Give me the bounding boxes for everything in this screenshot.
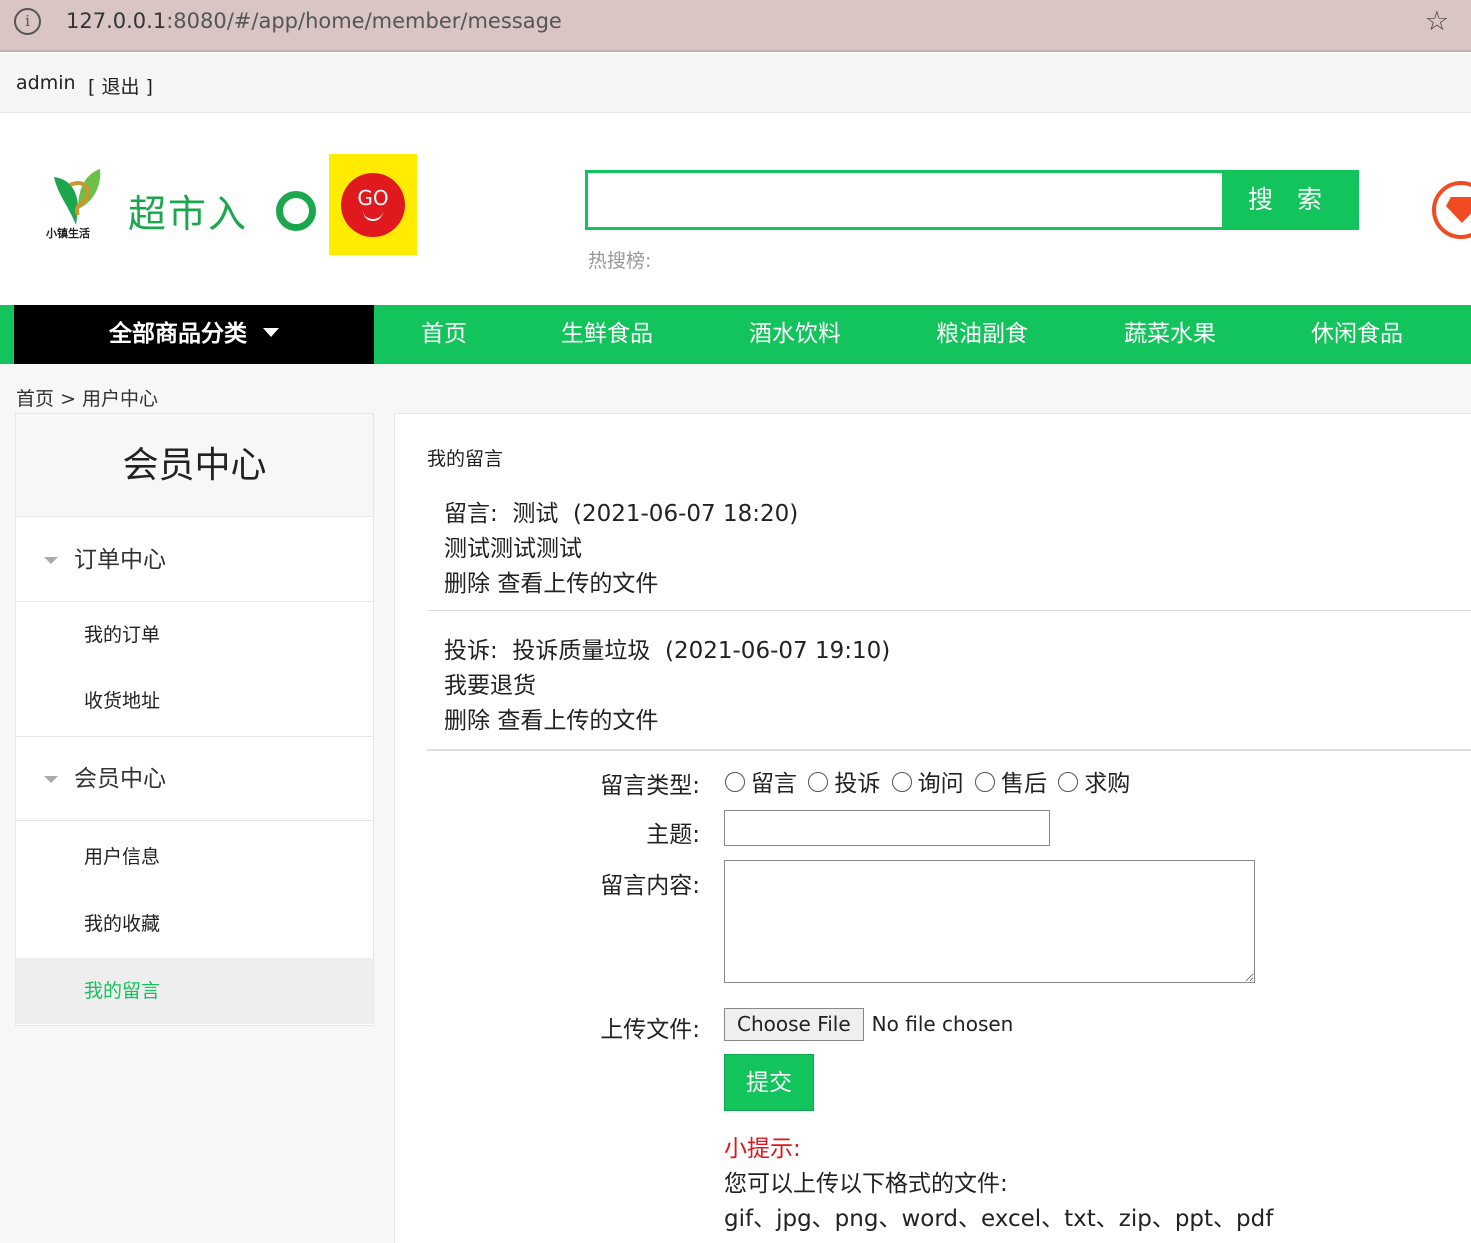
radio-message[interactable] (725, 771, 745, 792)
sidebar-group-orders[interactable]: 订单中心 (16, 518, 373, 602)
search-button[interactable]: 搜 索 (1222, 173, 1356, 227)
message-content: 测试测试测试 (444, 536, 582, 562)
submit-button[interactable]: 提交 (724, 1054, 814, 1111)
member-sidebar: 会员中心 订单中心 我的订单 收货地址 会员中心 用户信息 我的收藏 我的留言 (15, 413, 374, 1026)
site-header: 小镇生活 超市入 GO 搜 索 热搜榜: (0, 113, 1471, 305)
message-time: (2021-06-07 19:10) (665, 638, 891, 664)
diamond-icon[interactable] (1432, 181, 1471, 239)
message-item: 投诉: 投诉质量垃圾 (2021-06-07 19:10) 我要退货 删除 查看… (427, 611, 1471, 751)
type-radio-group: 留言 投诉 询问 售后 求购 (725, 764, 1134, 798)
logo-ring-icon (276, 191, 316, 231)
leaf-logo-icon (54, 169, 101, 225)
sidebar-item-my-messages[interactable]: 我的留言 (16, 958, 373, 1024)
main-nav: 全部商品分类 首页 生鲜食品 酒水饮料 粮油副食 蔬菜水果 休闲食品 (0, 305, 1471, 364)
radio-label: 求购 (1084, 771, 1131, 797)
url-host: 127.0.0.1 (66, 9, 167, 33)
sidebar-item-my-orders[interactable]: 我的订单 (16, 602, 373, 668)
radio-complaint[interactable] (808, 771, 829, 792)
sidebar-group-member[interactable]: 会员中心 (16, 737, 373, 821)
sidebar-group-label: 订单中心 (74, 547, 166, 573)
view-file-link[interactable]: 查看上传的文件 (497, 708, 658, 734)
logout-link[interactable]: [ 退出 ] (88, 72, 153, 99)
radio-label: 留言 (751, 771, 797, 797)
url-field[interactable]: 127.0.0.1:8080/#/app/home/member/message (66, 9, 562, 33)
radio-label: 询问 (917, 771, 964, 797)
tip-formats: gif、jpg、png、word、excel、txt、zip、ppt、pdf (724, 1206, 1274, 1232)
radio-label: 售后 (1000, 771, 1047, 797)
message-actions: 删除 查看上传的文件 (444, 564, 658, 598)
breadcrumb-separator: > (60, 388, 76, 410)
delete-link[interactable]: 删除 (444, 708, 490, 734)
tip-line: 您可以上传以下格式的文件: (724, 1171, 1008, 1197)
site-logo[interactable]: 小镇生活 超市入 (44, 155, 324, 255)
message-time: (2021-06-07 18:20) (573, 501, 799, 527)
message-content: 我要退货 (444, 673, 536, 699)
all-categories-button[interactable]: 全部商品分类 (14, 305, 374, 364)
url-path: :8080/#/app/home/member/message (166, 9, 562, 33)
browser-address-bar: i 127.0.0.1:8080/#/app/home/member/messa… (0, 0, 1471, 52)
radio-after-sales[interactable] (974, 771, 995, 792)
search-box: 搜 索 (585, 170, 1359, 230)
main-content: 我的留言 留言: 测试 (2021-06-07 18:20) 测试测试测试 删除… (394, 413, 1471, 1243)
bookmark-star-icon[interactable]: ☆ (1425, 6, 1449, 37)
logo-small-text: 小镇生活 (46, 227, 90, 240)
message-actions: 删除 查看上传的文件 (444, 701, 658, 735)
tip-title: 小提示: (724, 1136, 801, 1162)
caret-down-icon (263, 328, 279, 337)
nav-item-fresh[interactable]: 生鲜食品 (561, 305, 653, 364)
hot-search-label: 热搜榜: (588, 250, 652, 272)
go-circle-icon: GO (341, 173, 405, 237)
radio-inquiry[interactable] (891, 771, 912, 792)
nav-item-drinks[interactable]: 酒水饮料 (749, 305, 841, 364)
message-type: 留言: (444, 501, 498, 527)
message-subject: 测试 (512, 501, 559, 527)
message-header: 留言: 测试 (2021-06-07 18:20) (444, 494, 798, 528)
info-icon[interactable]: i (14, 8, 41, 35)
nav-item-vegetables-fruit[interactable]: 蔬菜水果 (1124, 305, 1216, 364)
sidebar-item-user-info[interactable]: 用户信息 (16, 824, 373, 890)
subject-input[interactable] (724, 810, 1050, 846)
file-label: 上传文件: (600, 1017, 700, 1043)
smile-icon (363, 211, 383, 221)
caret-down-icon (44, 557, 58, 564)
file-upload: Choose File No file chosen (724, 1008, 1013, 1041)
logo-text: 超市入 (128, 192, 249, 236)
breadcrumb-current: 用户中心 (82, 388, 159, 410)
choose-file-button[interactable]: Choose File (724, 1008, 864, 1041)
all-categories-label: 全部商品分类 (109, 321, 247, 347)
go-logo[interactable]: GO (329, 154, 417, 255)
breadcrumb: 首页 > 用户中心 (16, 384, 158, 411)
username: admin (16, 72, 76, 94)
sidebar-item-favorites[interactable]: 我的收藏 (16, 891, 373, 957)
radio-purchase-request[interactable] (1058, 771, 1079, 792)
delete-link[interactable]: 删除 (444, 571, 490, 597)
message-item: 留言: 测试 (2021-06-07 18:20) 测试测试测试 删除 查看上传… (427, 484, 1471, 611)
diamond-shape (1446, 197, 1471, 223)
file-status: No file chosen (871, 1012, 1014, 1036)
type-label: 留言类型: (600, 773, 700, 799)
message-header: 投诉: 投诉质量垃圾 (2021-06-07 19:10) (444, 631, 890, 665)
nav-item-snacks[interactable]: 休闲食品 (1311, 305, 1403, 364)
subject-label: 主题: (646, 822, 700, 848)
radio-label: 投诉 (834, 771, 881, 797)
message-subject: 投诉质量垃圾 (512, 638, 651, 664)
page-title: 我的留言 (427, 448, 504, 470)
sidebar-group-label: 会员中心 (74, 766, 166, 792)
sidebar-item-addresses[interactable]: 收货地址 (16, 668, 373, 734)
breadcrumb-home[interactable]: 首页 (16, 388, 54, 410)
user-bar: admin [ 退出 ] (0, 54, 1471, 113)
nav-item-grain-oil[interactable]: 粮油副食 (936, 305, 1028, 364)
content-label: 留言内容: (600, 873, 700, 899)
content-textarea[interactable] (724, 860, 1255, 983)
sidebar-title: 会员中心 (16, 414, 373, 517)
search-input[interactable] (592, 177, 1220, 223)
nav-item-home[interactable]: 首页 (421, 305, 467, 364)
caret-down-icon (44, 776, 58, 783)
view-file-link[interactable]: 查看上传的文件 (497, 571, 658, 597)
go-text: GO (357, 186, 389, 210)
message-type: 投诉: (444, 638, 498, 664)
